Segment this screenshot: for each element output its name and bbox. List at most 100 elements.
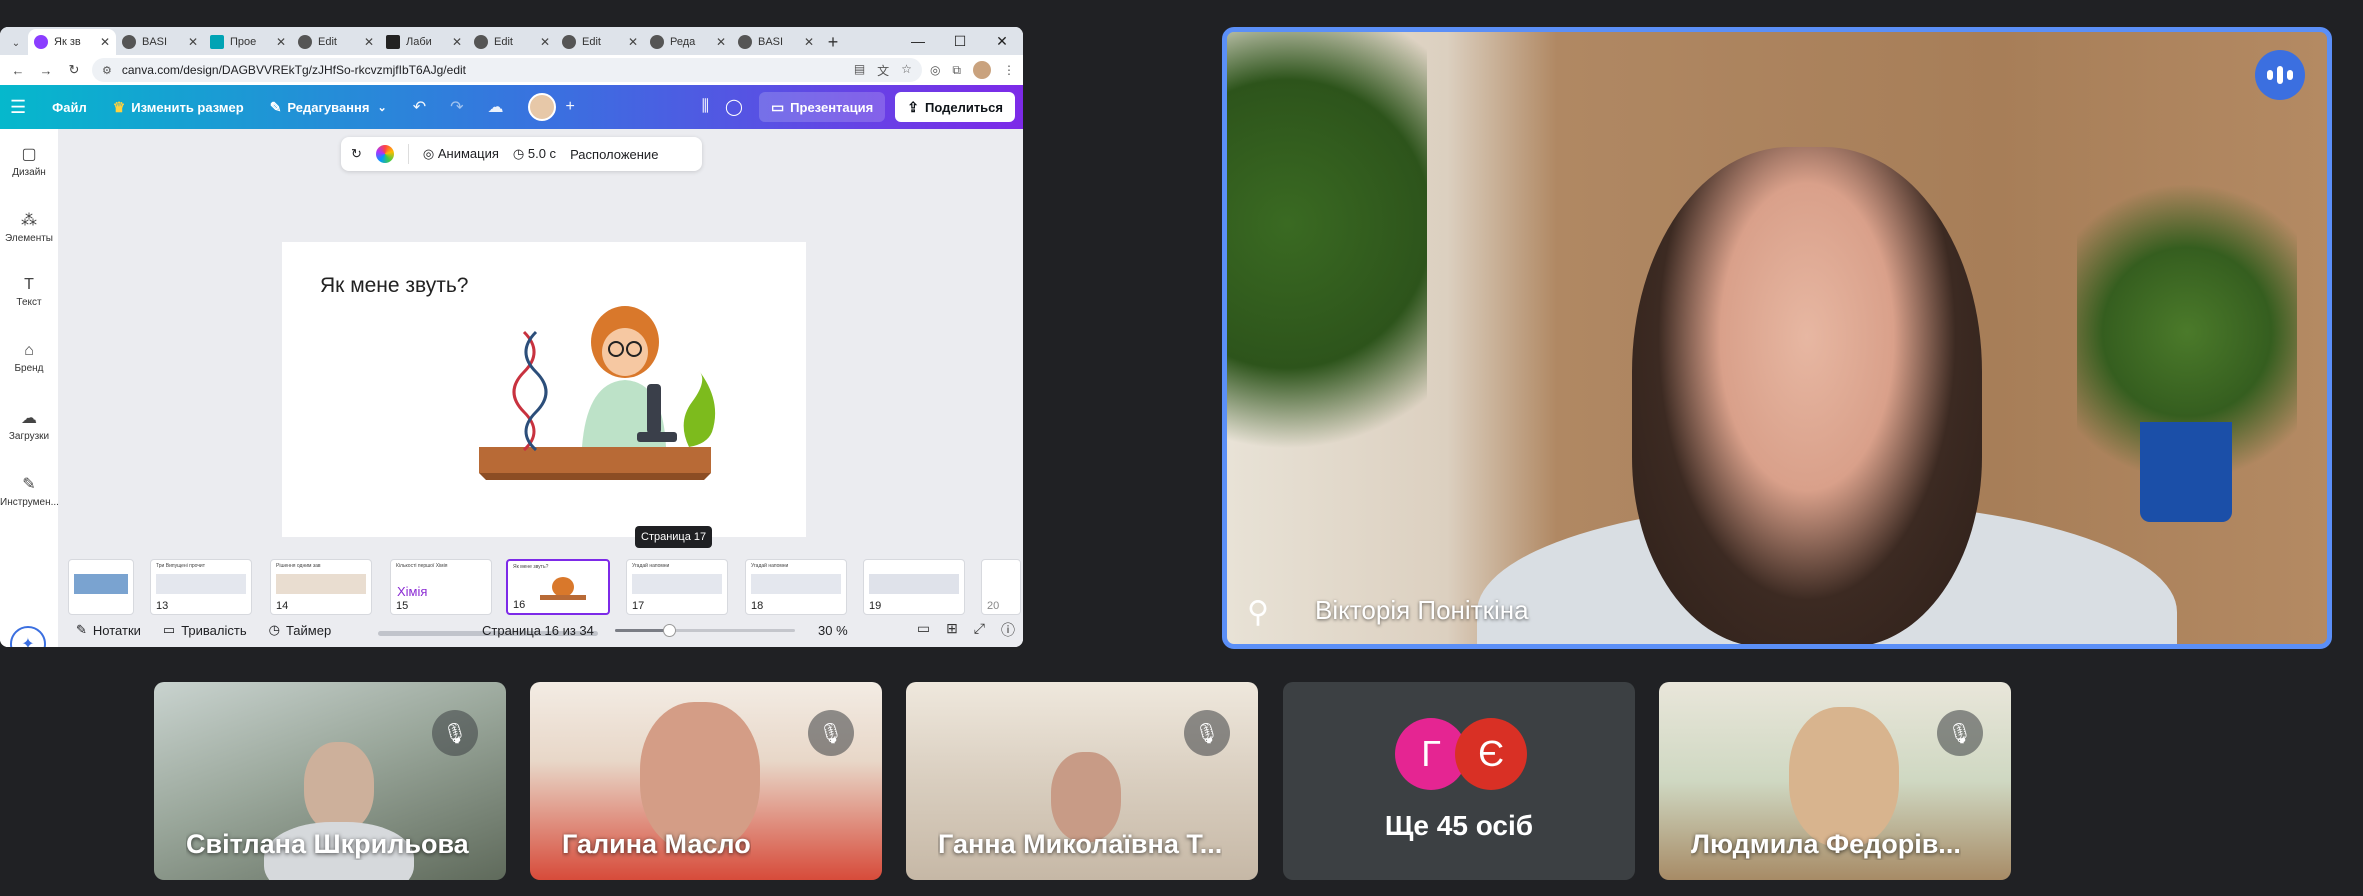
add-collaborator-icon[interactable]: + [566, 98, 575, 116]
notes-button[interactable]: ✎ Нотатки [76, 622, 141, 638]
page-thumbnail-18[interactable]: Угадай напомни 18 [745, 559, 847, 615]
close-tab-icon[interactable]: ✕ [276, 35, 286, 49]
present-icon: ▭ [770, 98, 785, 115]
replace-icon[interactable]: ↻ [351, 146, 362, 162]
others-tile[interactable]: Г Є Ще 45 осіб [1283, 682, 1635, 880]
close-tab-icon[interactable]: ✕ [540, 35, 550, 49]
browser-menu-icon[interactable]: ⋮ [1003, 63, 1015, 77]
participant-tile-1[interactable]: 🎙 Світлана Шкрильова [154, 682, 506, 880]
zoom-slider-handle[interactable] [663, 624, 676, 637]
insights-chart-icon[interactable]: ⫼ [702, 98, 709, 116]
new-tab-button[interactable]: + [820, 29, 846, 55]
collaborator-avatar[interactable] [527, 93, 556, 121]
active-speaker-tile[interactable]: ⚲ Вікторія Поніткіна [1222, 27, 2332, 649]
maximize-icon[interactable]: ☐ [939, 27, 981, 55]
pencil-icon: ✎ [269, 98, 282, 115]
participant-tile-4[interactable]: 🎙 Людмила Федорів... [1659, 682, 2011, 880]
close-tab-icon[interactable]: ✕ [452, 35, 462, 49]
close-tab-icon[interactable]: ✕ [804, 35, 814, 49]
color-picker-icon[interactable] [375, 145, 394, 163]
github-favicon-icon [298, 35, 312, 49]
comments-icon[interactable]: ◯ [725, 97, 743, 117]
zoom-value[interactable]: 30 % [818, 623, 848, 638]
close-tab-icon[interactable]: ✕ [364, 35, 374, 49]
back-icon[interactable]: ← [8, 63, 28, 78]
close-tab-icon[interactable]: ✕ [628, 35, 638, 49]
browser-tab-7[interactable]: Edit ✕ [556, 29, 644, 55]
lab-table [479, 447, 711, 473]
magic-assistant-button[interactable]: ✦ [10, 626, 46, 647]
scientist-illustration[interactable] [282, 242, 806, 537]
close-tab-icon[interactable]: ✕ [100, 35, 110, 49]
resize-button[interactable]: ♛ Изменить размер [113, 99, 244, 116]
present-button[interactable]: ▭ Презентация [758, 92, 886, 122]
rail-text[interactable]: T Текст [0, 276, 58, 308]
github-favicon-icon [122, 35, 136, 49]
page-view-icon[interactable]: ▭ [917, 620, 930, 640]
redo-icon[interactable]: ↷ [450, 97, 463, 117]
mic-off-icon: 🎙 [432, 710, 478, 756]
site-info-icon[interactable]: ⚙ [102, 64, 112, 77]
bookmark-star-icon[interactable]: ☆ [901, 62, 912, 79]
rail-tools[interactable]: ✎ Инструмен... [0, 474, 59, 508]
minimize-icon[interactable]: — [897, 27, 939, 55]
page-tooltip: Страница 17 [635, 526, 713, 548]
close-tab-icon[interactable]: ✕ [716, 35, 726, 49]
reload-icon[interactable]: ↻ [64, 62, 84, 78]
slide-canvas[interactable]: Як мене звуть? [282, 242, 806, 537]
close-window-icon[interactable]: ✕ [981, 27, 1023, 55]
timer-button[interactable]: ◷ Таймер [269, 622, 332, 638]
file-menu[interactable]: Файл [52, 100, 87, 115]
blue-pot [2140, 422, 2232, 522]
profile-avatar[interactable] [973, 61, 991, 79]
address-bar: ← → ↻ ⚙ canva.com/design/DAGBVVREkTg/zJH… [0, 55, 1023, 85]
undo-icon[interactable]: ↶ [413, 97, 426, 117]
extension-globe-icon[interactable]: ◎ [930, 63, 940, 77]
clipboard-icon[interactable]: ▤ [854, 62, 865, 79]
share-button[interactable]: ⇪ Поделиться [895, 92, 1015, 122]
browser-tab-9[interactable]: BASI ✕ [732, 29, 820, 55]
page-thumbnail-14[interactable]: Рішення одним зав 14 [270, 559, 372, 615]
url-field[interactable]: ⚙ canva.com/design/DAGBVVREkTg/zJHfSo-rk… [92, 58, 922, 82]
tab-search-icon[interactable]: ⌄ [4, 31, 28, 55]
page-thumbnail-19[interactable]: 19 [863, 559, 965, 615]
close-tab-icon[interactable]: ✕ [188, 35, 198, 49]
forward-icon[interactable]: → [36, 63, 56, 78]
browser-tab-2[interactable]: BASI ✕ [116, 29, 204, 55]
rail-brand[interactable]: ⌂ Бренд [0, 342, 58, 374]
browser-tab-8[interactable]: Реда ✕ [644, 29, 732, 55]
help-icon[interactable]: ⓘ [1001, 620, 1015, 640]
rail-uploads[interactable]: ☁ Загрузки [0, 408, 58, 442]
browser-tab-1[interactable]: Як зв ✕ [28, 29, 116, 55]
animation-button[interactable]: ◎ Анимация [423, 146, 499, 162]
position-button[interactable]: Расположение [570, 147, 658, 162]
page-thumbnail-15[interactable]: Кількості першої Хімія Хімія 15 [390, 559, 492, 615]
browser-tab-5[interactable]: Лаби ✕ [380, 29, 468, 55]
browser-tab-3[interactable]: Прое ✕ [204, 29, 292, 55]
grid-view-icon[interactable]: ⊞ [946, 620, 958, 640]
page-thumbnail-12[interactable] [68, 559, 134, 615]
pin-icon[interactable]: ⚲ [1247, 595, 1269, 630]
cloud-saved-icon[interactable]: ☁ [488, 97, 504, 117]
translate-icon[interactable]: 文 [877, 62, 889, 79]
participant-tile-3[interactable]: 🎙 Ганна Миколаївна Т... [906, 682, 1258, 880]
page-thumbnail-16[interactable]: Як мене звуть? 16 [506, 559, 610, 615]
page-thumbnail-13[interactable]: Три Випущені прочит 13 [150, 559, 252, 615]
page-thumbnail-17[interactable]: Угадай напомни 17 [626, 559, 728, 615]
duration-toggle[interactable]: ▭ Тривалість [163, 622, 247, 638]
green-flask-icon [683, 372, 716, 447]
editing-mode-dropdown[interactable]: ✎ Редагування ⌄ [270, 99, 387, 116]
duration-button[interactable]: ◷ 5.0 с [513, 146, 556, 162]
fullscreen-icon[interactable]: ⤢ [974, 620, 985, 640]
zoom-slider[interactable] [615, 624, 795, 637]
menu-icon[interactable]: ☰ [10, 97, 26, 118]
rail-elements[interactable]: ⁂ Элементы [0, 210, 58, 244]
browser-tab-6[interactable]: Edit ✕ [468, 29, 556, 55]
page-counter: Страница 16 из 34 [482, 622, 594, 638]
extensions-puzzle-icon[interactable]: ⧉ [952, 63, 961, 78]
page-thumbnail-20[interactable]: 20 [981, 559, 1021, 615]
duration-icon: ▭ [162, 622, 176, 637]
rail-design[interactable]: ▢ Дизайн [0, 144, 58, 178]
participant-tile-2[interactable]: 🎙 Галина Масло [530, 682, 882, 880]
browser-tab-4[interactable]: Edit ✕ [292, 29, 380, 55]
